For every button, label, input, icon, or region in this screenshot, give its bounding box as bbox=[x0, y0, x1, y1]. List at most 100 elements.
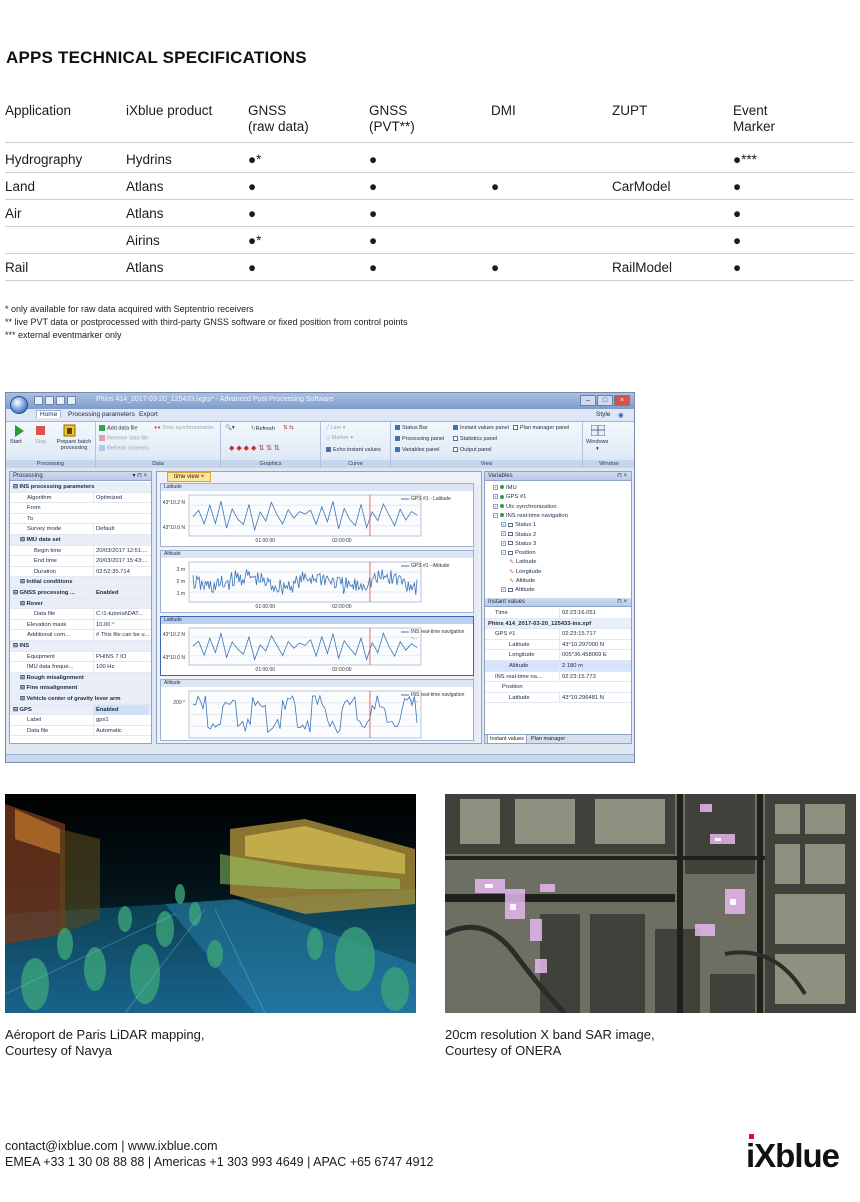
property-value[interactable]: # This file can be u... bbox=[93, 630, 149, 641]
property-value[interactable]: Enabled bbox=[93, 704, 149, 715]
maximize-button[interactable]: □ bbox=[597, 395, 613, 406]
prepare-batch-button[interactable] bbox=[63, 424, 77, 439]
windows-dropdown-icon[interactable]: ▾ bbox=[596, 446, 599, 452]
stop-button[interactable] bbox=[36, 425, 46, 437]
variable-node[interactable]: + Status 2 bbox=[501, 531, 536, 539]
help-icon[interactable]: ◉ bbox=[618, 411, 624, 419]
property-row[interactable]: Additional com... # This file can be u... bbox=[10, 630, 151, 641]
property-value[interactable]: 20/03/2017 15:43:... bbox=[93, 556, 149, 567]
property-value[interactable]: 100 Hz bbox=[93, 662, 149, 673]
app-menu-orb[interactable] bbox=[10, 396, 28, 414]
property-section[interactable]: ⊟ GPS Enabled bbox=[10, 704, 151, 716]
property-value[interactable]: Optimized bbox=[93, 492, 149, 503]
property-row[interactable]: Begin time 20/03/2017 12:51:... bbox=[10, 545, 151, 557]
remove-data-file-button[interactable]: Remove data file bbox=[99, 435, 148, 441]
instant-value-row[interactable]: Latitude 43°10.297000 N bbox=[485, 639, 631, 651]
property-row[interactable]: Elevation mask 10.00 ° bbox=[10, 619, 151, 631]
property-row[interactable]: End time 20/03/2017 15:43:... bbox=[10, 556, 151, 567]
tab-plan-manager[interactable]: Plan manager bbox=[529, 735, 567, 743]
tab-processing-parameters[interactable]: Processing parameters bbox=[68, 411, 135, 418]
time-plot[interactable]: Latitude 43°10.2 N 43°10.0 N 01:00:00 02:00:… bbox=[160, 616, 474, 676]
property-section[interactable]: ⊟ Fine misalignment bbox=[10, 683, 151, 694]
output-panel-checkbox[interactable]: Output panel bbox=[453, 447, 492, 453]
time-sync-button[interactable]: ●● Time synchronization bbox=[154, 425, 214, 431]
instant-value-row[interactable]: Time 02:23:16.051 bbox=[485, 608, 631, 619]
property-value[interactable]: C:\1-tutorial\DAT... bbox=[93, 609, 149, 620]
new-file-icon[interactable] bbox=[34, 396, 43, 405]
tab-home[interactable]: Home bbox=[36, 410, 62, 418]
marker-dropdown[interactable]: ◇ Marker ▾ bbox=[326, 435, 353, 441]
panel-pin-close-icons[interactable]: ⊓ × bbox=[617, 472, 627, 481]
property-value[interactable]: 02:52:35.714 bbox=[93, 566, 149, 577]
processing-panel-checkbox[interactable]: Processing panel bbox=[395, 436, 444, 442]
refresh-contents-button[interactable]: Refresh contents bbox=[99, 445, 149, 451]
property-section[interactable]: ⊟ Rover bbox=[10, 598, 151, 610]
windows-button[interactable] bbox=[590, 424, 606, 438]
time-plot[interactable]: Altitude 200 ° INS real-time navigation -.… bbox=[160, 679, 474, 741]
instant-value-row[interactable]: INS real-time na... 02:23:15.773 bbox=[485, 671, 631, 683]
save-icon[interactable] bbox=[56, 396, 65, 405]
tab-instant-values[interactable]: Instant values bbox=[487, 735, 527, 744]
property-section[interactable]: ⊟ INS processing parameters bbox=[10, 482, 151, 493]
settings-icon[interactable] bbox=[67, 396, 76, 405]
property-value[interactable]: PHINS 7 IO bbox=[93, 651, 149, 662]
property-value[interactable]: Enabled bbox=[93, 588, 149, 598]
tab-time-view[interactable]: time view × bbox=[167, 472, 212, 482]
property-section[interactable]: ⊟ INS bbox=[10, 641, 151, 652]
property-row[interactable]: Data file C:\1-tutorial\DAT... bbox=[10, 609, 151, 620]
open-file-icon[interactable] bbox=[45, 396, 54, 405]
add-data-file-button[interactable]: Add data file bbox=[99, 425, 138, 431]
property-row[interactable]: Label gps1 bbox=[10, 715, 151, 726]
variable-node[interactable]: ∿ Altitude bbox=[509, 577, 535, 585]
instant-value-row[interactable]: GPS #1 02:23:15.717 bbox=[485, 629, 631, 640]
variable-node[interactable]: + Status 3 bbox=[501, 540, 536, 548]
time-plot[interactable]: Latitude 43°10.2 N 43°10.0 N 01:00:00 02:00:… bbox=[160, 483, 474, 547]
instant-value-row[interactable]: Longitude 005°36.458069 E bbox=[485, 650, 631, 661]
property-row[interactable]: To bbox=[10, 514, 151, 525]
instant-value-row[interactable]: Phins 414_2017-03-20_125433-ins.xpf bbox=[485, 618, 631, 630]
property-row[interactable]: Equipment PHINS 7 IO bbox=[10, 651, 151, 663]
panel-pin-close-icons[interactable]: ▾ ⊓ × bbox=[132, 472, 147, 481]
panel-pin-close-icons[interactable]: ⊓ × bbox=[617, 598, 627, 607]
property-section[interactable]: ⊟ Rough misalignment bbox=[10, 672, 151, 684]
instant-value-row[interactable]: Altitude 2.180 m bbox=[485, 661, 631, 672]
time-plot[interactable]: Altitude 3 m 2 m 1 m 01:00:00 02:00:00 GPS #1 … bbox=[160, 550, 474, 613]
property-section[interactable]: ⊟ GNSS processing ... Enabled bbox=[10, 588, 151, 599]
property-row[interactable]: Data file Automatic bbox=[10, 725, 151, 737]
property-row[interactable]: From bbox=[10, 503, 151, 514]
line-dropdown[interactable]: ╱ Line ▾ bbox=[326, 425, 346, 431]
instant-values-panel-checkbox[interactable]: Instant values panel bbox=[453, 425, 509, 431]
property-row[interactable]: Duration 02:52:35.714 bbox=[10, 566, 151, 578]
property-value[interactable]: 10.00 ° bbox=[93, 619, 149, 630]
plan-manager-panel-checkbox[interactable]: Plan manager panel bbox=[513, 425, 569, 431]
status-bar-checkbox[interactable]: Status Bar bbox=[395, 425, 428, 431]
minimize-button[interactable]: – bbox=[580, 395, 596, 406]
variable-node[interactable]: + Status 1 bbox=[501, 521, 536, 529]
graph-layout-icons[interactable]: ⇅ ⇆ bbox=[283, 425, 294, 431]
variable-node[interactable]: + Attitude bbox=[501, 586, 535, 594]
instant-value-row[interactable]: Position bbox=[485, 682, 631, 693]
variable-node[interactable]: + GPS #1 bbox=[493, 493, 526, 501]
property-row[interactable]: Algorithm Optimized bbox=[10, 492, 151, 504]
property-value[interactable]: gps1 bbox=[93, 715, 149, 726]
navigation-arrows-icons[interactable]: ◆ ◆ ◆ ◆ ⇅ ⇅ ⇅ bbox=[229, 444, 280, 452]
variable-node[interactable]: ∿ Latitude bbox=[509, 558, 537, 566]
close-button[interactable]: × bbox=[614, 395, 630, 406]
variable-node[interactable]: + IMU bbox=[493, 484, 517, 492]
property-value[interactable]: 20/03/2017 12:51:... bbox=[93, 545, 149, 556]
instant-value-row[interactable]: Latitude 43°10.296481 N bbox=[485, 692, 631, 704]
variable-node[interactable]: − Position bbox=[501, 549, 536, 557]
variable-node[interactable]: − INS real-time navigation bbox=[493, 512, 568, 520]
statistics-panel-checkbox[interactable]: Statistics panel bbox=[453, 436, 497, 442]
refresh-graphics-button[interactable]: ↻Refresh bbox=[251, 426, 275, 432]
style-menu[interactable]: Style bbox=[596, 411, 610, 418]
tab-export[interactable]: Export bbox=[139, 411, 158, 418]
property-row[interactable]: Survey mode Default bbox=[10, 524, 151, 535]
variable-node[interactable]: ∿ Longitude bbox=[509, 568, 541, 576]
property-section[interactable]: ⊟ Initial conditions bbox=[10, 577, 151, 588]
property-value[interactable]: Default bbox=[93, 524, 149, 535]
zoom-icon[interactable]: 🔍▾ bbox=[225, 425, 235, 431]
variable-node[interactable]: + Utc synchronization bbox=[493, 503, 557, 511]
property-row[interactable]: IMU data freque... 100 Hz bbox=[10, 662, 151, 673]
property-section[interactable]: ⊟ IMU data set bbox=[10, 535, 151, 546]
